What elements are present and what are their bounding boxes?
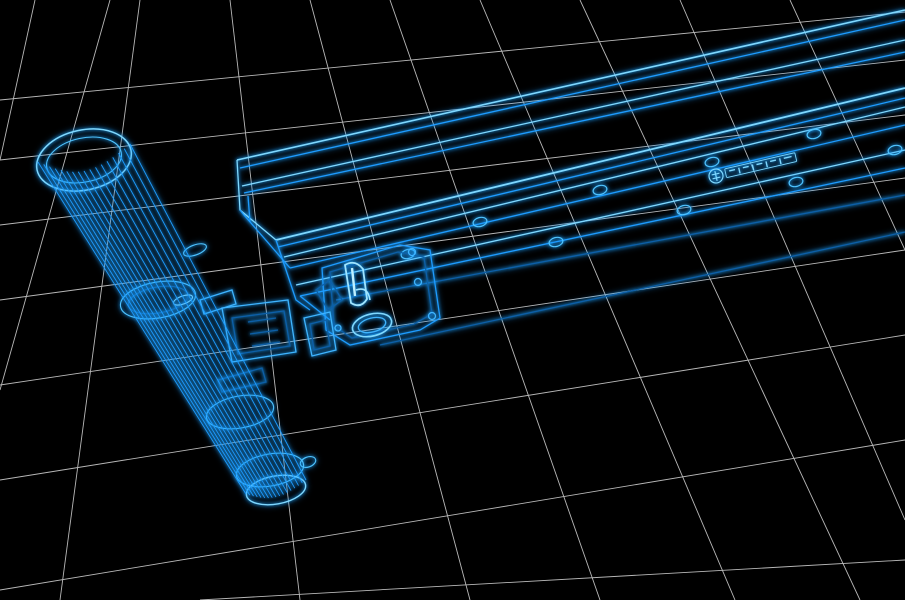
cylinder-wire-lines <box>37 143 307 499</box>
cylinder-wire <box>83 170 277 498</box>
cylinder-wire <box>60 169 262 498</box>
grid-line <box>0 334 905 481</box>
cylinder-wire <box>100 164 288 493</box>
grid-line <box>199 559 905 600</box>
grid-line <box>479 0 736 600</box>
grid-line <box>679 0 905 521</box>
cylinder-wire <box>89 169 281 497</box>
grid-line <box>0 0 111 391</box>
grid-line <box>579 0 861 600</box>
rail-beam-wireframe <box>236 9 905 346</box>
cylinder-wire <box>77 171 273 498</box>
grid-line <box>309 0 471 600</box>
cylinder-wire <box>37 161 247 495</box>
bolt-holes <box>400 128 903 260</box>
bolt-hole <box>704 156 720 168</box>
grid-line <box>0 0 36 161</box>
bolt-hole <box>887 144 903 156</box>
grid-line <box>0 11 905 101</box>
wireframe-viewport[interactable] <box>0 0 905 600</box>
grid-line <box>0 59 905 161</box>
cylinder-wire <box>106 161 292 491</box>
grid-line <box>229 0 301 600</box>
cylinder-wire <box>43 164 251 496</box>
bolt-hole <box>788 176 804 188</box>
